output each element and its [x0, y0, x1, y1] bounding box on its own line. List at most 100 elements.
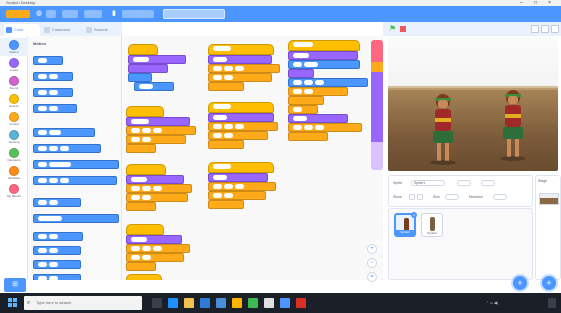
tutorials-icon[interactable]: ▮: [112, 9, 116, 19]
app-icon[interactable]: [296, 298, 306, 308]
script-block[interactable]: [208, 173, 268, 182]
tab-costumes[interactable]: Costumes: [42, 24, 82, 36]
tab-code[interactable]: Code: [4, 24, 40, 36]
script-block[interactable]: [126, 117, 190, 126]
category-motion[interactable]: Motion: [0, 38, 28, 56]
scratch-logo[interactable]: [6, 10, 30, 18]
palette-block[interactable]: [33, 128, 95, 137]
edit-menu[interactable]: [84, 10, 102, 18]
windows-start-icon[interactable]: [8, 298, 17, 307]
globe-icon[interactable]: ◍: [36, 9, 42, 19]
script-block[interactable]: [126, 224, 164, 235]
delete-sprite-icon[interactable]: ×: [411, 212, 417, 218]
script-block[interactable]: [126, 235, 182, 244]
script-block[interactable]: [208, 82, 244, 91]
sprite-name-field[interactable]: Sprite1: [411, 180, 445, 186]
palette-block[interactable]: [33, 72, 73, 81]
script-block[interactable]: [208, 131, 268, 140]
sprite-dancer[interactable]: [500, 90, 526, 162]
script-block[interactable]: [126, 274, 162, 280]
script-block[interactable]: [288, 60, 360, 69]
category-looks[interactable]: Looks: [0, 56, 28, 74]
fullscreen-button[interactable]: [551, 25, 559, 33]
palette-block[interactable]: [33, 260, 81, 269]
category-operators[interactable]: Operators: [0, 146, 28, 164]
script-block[interactable]: [126, 184, 192, 193]
zoom-out-button[interactable]: −: [367, 258, 377, 268]
script-block[interactable]: [208, 182, 276, 191]
mail-icon[interactable]: [216, 298, 226, 308]
script-block[interactable]: [208, 64, 280, 73]
script-block[interactable]: [288, 78, 368, 87]
script-block[interactable]: [126, 193, 188, 202]
small-stage-button[interactable]: [531, 25, 539, 33]
code-area[interactable]: [122, 36, 383, 280]
script-block[interactable]: [288, 105, 318, 114]
script-block[interactable]: [288, 132, 328, 141]
scratch-app-icon[interactable]: [280, 298, 290, 308]
script-block[interactable]: [208, 55, 272, 64]
script-block[interactable]: [288, 69, 314, 78]
category-control[interactable]: Control: [0, 110, 28, 128]
script-block[interactable]: [126, 262, 156, 271]
palette-block[interactable]: [33, 144, 101, 153]
stage-canvas[interactable]: [388, 36, 558, 171]
zoom-in-button[interactable]: +: [367, 244, 377, 254]
palette-block[interactable]: [33, 198, 81, 207]
script-block[interactable]: [126, 253, 184, 262]
app-icon[interactable]: [232, 298, 242, 308]
script-block[interactable]: [288, 87, 348, 96]
script-block[interactable]: [208, 102, 274, 113]
script-block[interactable]: [288, 51, 358, 60]
size-field[interactable]: [445, 194, 459, 200]
script-block[interactable]: [288, 123, 362, 132]
language-menu[interactable]: [46, 10, 56, 18]
add-sprite-button[interactable]: +: [513, 276, 527, 290]
script-block[interactable]: [208, 113, 274, 122]
script-block[interactable]: [288, 96, 324, 105]
script-block[interactable]: [126, 175, 184, 184]
script-block[interactable]: [208, 200, 244, 209]
script-block[interactable]: [126, 144, 156, 153]
script-block[interactable]: [288, 114, 348, 123]
system-tray-icons[interactable]: ⌃ ▭ ◀): [486, 298, 498, 308]
hide-toggle[interactable]: [417, 194, 423, 200]
taskbar-search-box[interactable]: ⌕ Type here to search: [24, 296, 142, 310]
sprite-thumbnail[interactable]: Sprite2: [421, 213, 443, 237]
direction-field[interactable]: [493, 194, 507, 200]
category-my-blocks[interactable]: My Blocks: [0, 182, 28, 200]
file-menu[interactable]: [62, 10, 78, 18]
script-block[interactable]: [126, 126, 196, 135]
large-stage-button[interactable]: [541, 25, 549, 33]
script-block[interactable]: [208, 122, 278, 131]
script-block[interactable]: [128, 64, 168, 73]
project-title-field[interactable]: [163, 9, 225, 19]
script-block[interactable]: [288, 40, 360, 51]
add-extension-button[interactable]: ⊞: [4, 278, 26, 292]
sprite-dancer[interactable]: [430, 94, 456, 166]
code-area-scrollbar[interactable]: [371, 40, 383, 170]
palette-block[interactable]: [33, 104, 77, 113]
palette-block[interactable]: [33, 246, 81, 255]
script-block[interactable]: [208, 191, 266, 200]
edge-browser-icon[interactable]: [168, 298, 178, 308]
category-events[interactable]: Events: [0, 92, 28, 110]
category-variables[interactable]: Variables: [0, 164, 28, 182]
stop-icon[interactable]: [400, 26, 406, 32]
tab-sounds[interactable]: Sounds: [84, 24, 120, 36]
script-block[interactable]: [208, 44, 274, 55]
zoom-reset-button[interactable]: =: [367, 272, 377, 282]
script-block[interactable]: [126, 106, 164, 117]
script-block[interactable]: [208, 140, 244, 149]
script-block[interactable]: [208, 73, 272, 82]
palette-block[interactable]: [33, 56, 63, 65]
stage-selector[interactable]: Stage: [535, 175, 561, 280]
script-block[interactable]: [126, 164, 166, 175]
script-block[interactable]: [126, 135, 186, 144]
app-icon[interactable]: [264, 298, 274, 308]
sprite-thumbnail[interactable]: × Sprite1: [394, 212, 417, 237]
x-field[interactable]: [457, 180, 471, 186]
tutorials-menu[interactable]: [122, 10, 154, 18]
script-block[interactable]: [128, 55, 186, 64]
script-block[interactable]: [208, 162, 274, 173]
